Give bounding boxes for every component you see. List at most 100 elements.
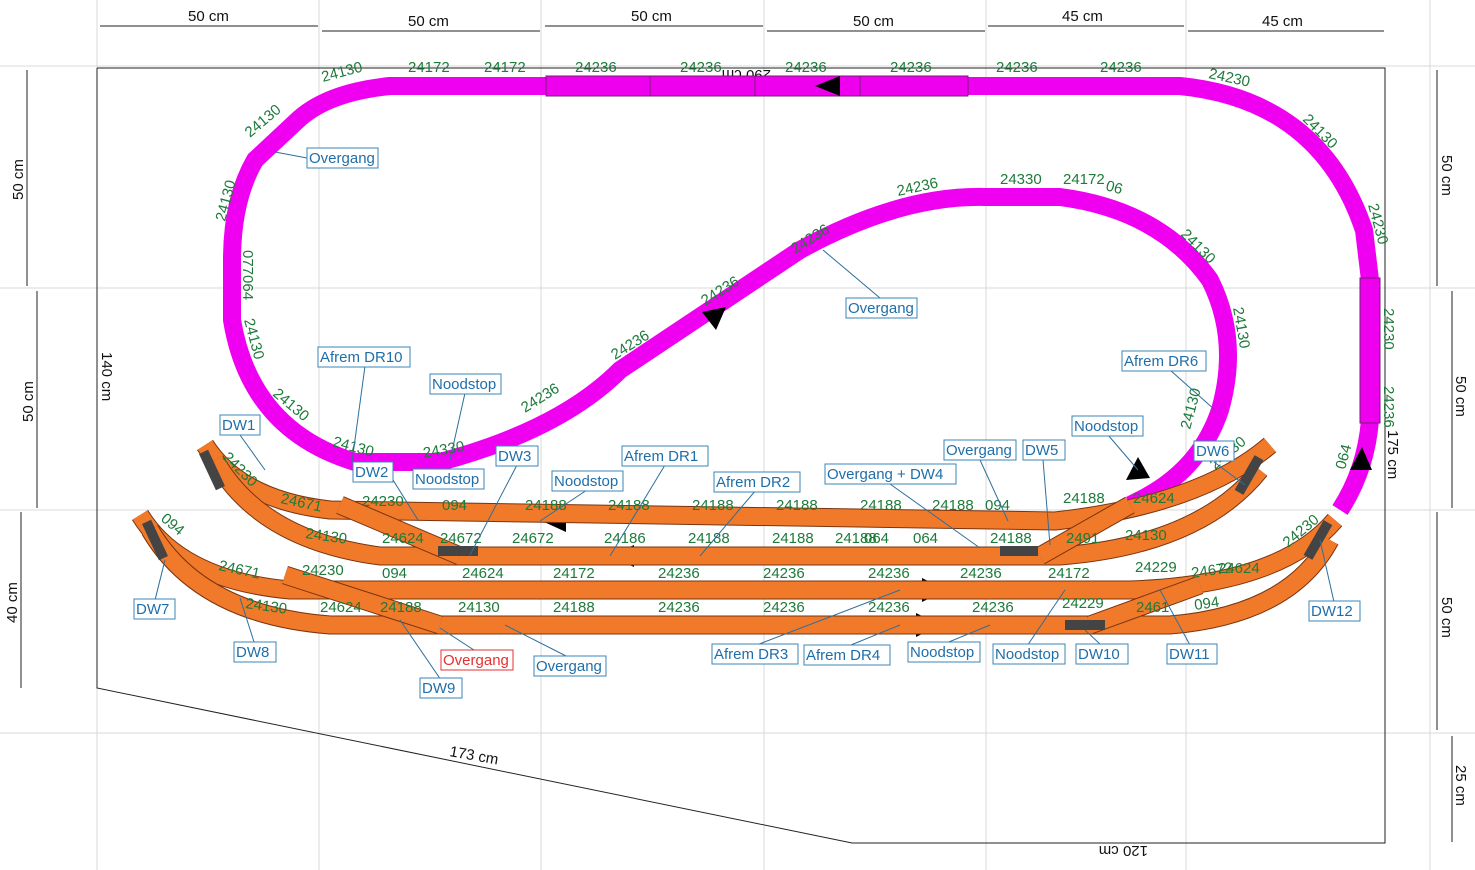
label-dw5: DW5 bbox=[1022, 439, 1066, 461]
dim-board-left: 140 cm bbox=[98, 352, 115, 401]
label-afrem-dr6-text: Afrem DR6 bbox=[1124, 353, 1198, 370]
label-dw7: DW7 bbox=[133, 598, 176, 620]
code-44: 24188 bbox=[860, 497, 902, 514]
code-57: 064 bbox=[864, 530, 889, 547]
label-afrem-dr4-text: Afrem DR4 bbox=[806, 647, 880, 664]
label-dw6-text: DW6 bbox=[1196, 443, 1229, 460]
label-dw2-text: DW2 bbox=[355, 464, 388, 481]
code-43: 24188 bbox=[776, 497, 818, 514]
label-afrem-dr3: Afrem DR3 bbox=[711, 643, 799, 665]
dim-board-bottom: 120 cm bbox=[1099, 842, 1148, 859]
label-noodstop-3-text: Noodstop bbox=[415, 471, 479, 488]
dim-top-3: 50 cm bbox=[631, 8, 672, 25]
code-70: 24236 bbox=[658, 565, 700, 582]
code-13: 077064 bbox=[239, 250, 256, 300]
code-77: 24130 bbox=[458, 599, 500, 616]
label-overgang-4-text: Overgang bbox=[536, 658, 602, 675]
label-dw10: DW10 bbox=[1075, 643, 1129, 665]
label-noodstop-5-text: Noodstop bbox=[910, 644, 974, 661]
code-84: 2461 bbox=[1136, 599, 1169, 616]
dim-board-diagonal: 173 cm bbox=[448, 743, 499, 768]
label-overgang-red: Overgang bbox=[440, 649, 514, 671]
label-afrem-dr4: Afrem DR4 bbox=[803, 644, 891, 666]
dim-top-4: 50 cm bbox=[853, 13, 894, 30]
label-dw8-text: DW8 bbox=[236, 644, 269, 661]
label-noodstop-3: Noodstop bbox=[412, 468, 485, 490]
code-7: 24236 bbox=[890, 59, 932, 76]
label-dw7-text: DW7 bbox=[136, 601, 169, 618]
label-dw11-text: DW11 bbox=[1169, 646, 1210, 663]
code-79: 24236 bbox=[658, 599, 700, 616]
label-dw3-text: DW3 bbox=[498, 448, 531, 465]
code-65: 24624 bbox=[320, 599, 362, 616]
label-noodstop-2-text: Noodstop bbox=[1074, 418, 1138, 435]
label-overgang-red-text: Overgang bbox=[443, 652, 509, 669]
label-noodstop-4: Noodstop bbox=[551, 470, 624, 492]
code-2: 24172 bbox=[408, 59, 450, 76]
code-60: 2491 bbox=[1066, 530, 1099, 547]
label-dw6: DW6 bbox=[1193, 440, 1235, 462]
code-59: 24188 bbox=[990, 530, 1032, 547]
code-67: 24188 bbox=[380, 599, 422, 616]
label-dw1-text: DW1 bbox=[222, 417, 255, 434]
dim-top-6: 45 cm bbox=[1262, 13, 1303, 30]
label-afrem-dr6: Afrem DR6 bbox=[1121, 350, 1207, 372]
label-dw10-text: DW10 bbox=[1078, 646, 1120, 663]
label-overgang-1-text: Overgang bbox=[309, 150, 375, 167]
code-25: 06 bbox=[1104, 177, 1125, 198]
code-42: 24188 bbox=[692, 497, 734, 514]
label-noodstop-6: Noodstop bbox=[992, 643, 1066, 665]
dim-left-1: 50 cm bbox=[10, 159, 27, 200]
label-overgang-3: Overgang bbox=[943, 439, 1017, 461]
code-24: 24172 bbox=[1063, 171, 1105, 188]
track-layout-diagram: 50 cm 50 cm 50 cm 50 cm 45 cm 45 cm 50 c… bbox=[0, 0, 1475, 870]
dim-right-3: 50 cm bbox=[1438, 597, 1455, 638]
label-afrem-dr3-text: Afrem DR3 bbox=[714, 646, 788, 663]
dim-top-2: 50 cm bbox=[408, 13, 449, 30]
code-52: 24672 bbox=[512, 530, 554, 547]
code-81: 24236 bbox=[868, 599, 910, 616]
code-39: 094 bbox=[442, 497, 467, 514]
code-82: 24236 bbox=[972, 599, 1014, 616]
code-85: 094 bbox=[1193, 594, 1220, 614]
code-3: 24172 bbox=[484, 59, 526, 76]
code-28: 24130 bbox=[1177, 386, 1204, 431]
label-afrem-dr2: Afrem DR2 bbox=[713, 471, 801, 493]
code-9: 24236 bbox=[1100, 59, 1142, 76]
label-noodstop-2: Noodstop bbox=[1071, 415, 1144, 437]
label-dw12-text: DW12 bbox=[1311, 603, 1353, 620]
code-40: 24188 bbox=[525, 497, 567, 514]
label-noodstop-1: Noodstop bbox=[429, 373, 502, 395]
label-dw8: DW8 bbox=[233, 641, 277, 663]
code-31: 24230 bbox=[1380, 308, 1397, 350]
code-47: 24188 bbox=[1063, 490, 1105, 507]
code-48: 24624 bbox=[1133, 490, 1175, 507]
label-afrem-dr2-text: Afrem DR2 bbox=[716, 474, 790, 491]
label-overgang-2: Overgang bbox=[845, 297, 918, 319]
label-dw2: DW2 bbox=[352, 461, 394, 483]
label-noodstop-5: Noodstop bbox=[907, 641, 981, 663]
code-58: 064 bbox=[913, 530, 938, 547]
dim-left-3: 40 cm bbox=[4, 582, 21, 623]
dim-right-4: 25 cm bbox=[1452, 765, 1469, 806]
track-codes: 24130 24172 24172 24236 24236 24236 2423… bbox=[157, 59, 1397, 618]
code-53: 24186 bbox=[604, 530, 646, 547]
code-5: 24236 bbox=[680, 59, 722, 76]
code-66: 094 bbox=[382, 565, 407, 582]
label-overgang-1: Overgang bbox=[306, 147, 379, 169]
code-71: 24236 bbox=[763, 565, 805, 582]
dim-left-2: 50 cm bbox=[20, 381, 37, 422]
code-72: 24236 bbox=[868, 565, 910, 582]
label-afrem-dr10-text: Afrem DR10 bbox=[320, 349, 403, 366]
dim-right-2: 50 cm bbox=[1452, 376, 1469, 417]
code-64: 24230 bbox=[302, 562, 344, 579]
label-overgang-4: Overgang bbox=[533, 655, 607, 677]
label-afrem-dr1: Afrem DR1 bbox=[621, 445, 709, 467]
code-83: 24229 bbox=[1062, 595, 1104, 612]
code-8: 24236 bbox=[996, 59, 1038, 76]
code-78: 24188 bbox=[553, 599, 595, 616]
code-73: 24236 bbox=[960, 565, 1002, 582]
code-1: 24130 bbox=[320, 59, 365, 86]
code-23: 24330 bbox=[1000, 171, 1042, 188]
label-overgang-dw4-text: Overgang + DW4 bbox=[827, 466, 943, 483]
